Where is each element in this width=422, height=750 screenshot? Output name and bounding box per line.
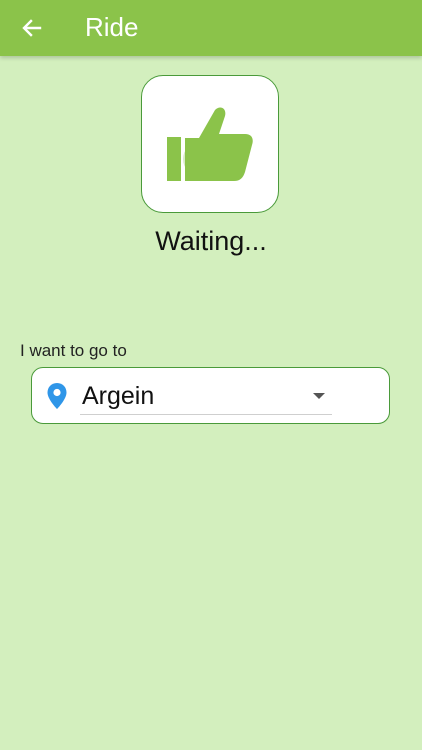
destination-card: Argein [31, 367, 390, 424]
destination-select[interactable]: Argein [80, 376, 332, 415]
location-pin-icon [47, 383, 67, 409]
app-bar: Ride [0, 0, 422, 56]
dropdown-arrow-icon [313, 393, 325, 399]
back-button[interactable] [14, 10, 50, 46]
status-text: Waiting... [155, 226, 267, 256]
thumbs-up-icon [167, 107, 253, 181]
arrow-left-icon [22, 19, 42, 37]
destination-value: Argein [82, 382, 155, 410]
destination-label: I want to go to [20, 341, 127, 360]
status-card [141, 75, 279, 213]
page-title: Ride [85, 12, 139, 42]
